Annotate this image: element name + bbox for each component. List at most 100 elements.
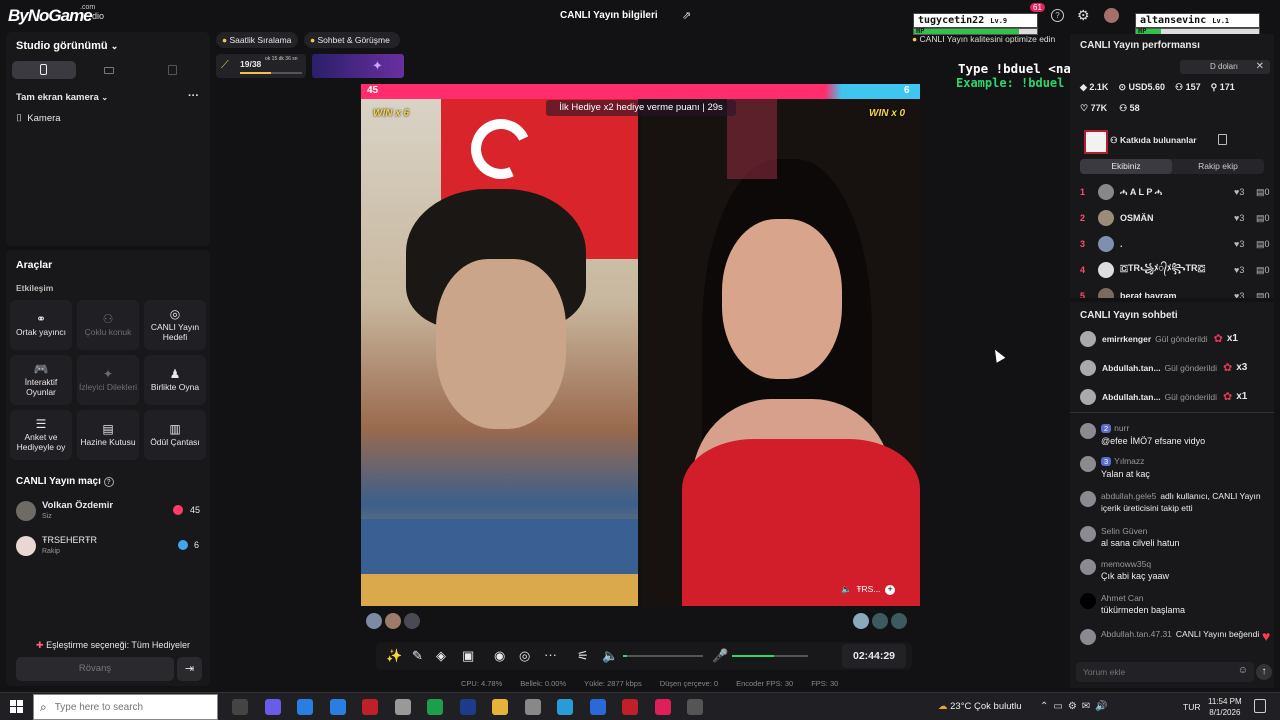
contributors-header[interactable]: ⚇ Katkıda bulunanlar [1110, 135, 1197, 146]
opera-icon[interactable] [622, 699, 638, 715]
leaderboard-row[interactable]: 4 🇨TR꧁ﾒ᭄ﾒ꧂TR🇨 ♥3 ▤0 [1080, 257, 1270, 283]
taskbar-search[interactable]: ⌕ [33, 694, 218, 720]
avatar[interactable] [385, 613, 402, 629]
help-icon[interactable]: ? [1051, 9, 1064, 22]
windows-start-icon[interactable] [10, 700, 23, 713]
avatar[interactable] [1080, 330, 1096, 347]
language-indicator[interactable]: TUR [1183, 702, 1200, 712]
screen-share-icon[interactable]: ▣ [462, 648, 474, 664]
tool-wish[interactable]: ✦ İzleyici Dilekleri [77, 355, 139, 405]
tray-icons[interactable]: ⌃▭⚙✉🔊 [1040, 701, 1113, 712]
rematch-button[interactable]: Rövanş [16, 657, 174, 681]
gift-user[interactable]: Abdullah.tan... [1102, 363, 1161, 373]
chat-user[interactable]: Ahmet Can [1101, 593, 1144, 603]
comment-input-box[interactable]: ☺ [1076, 662, 1254, 682]
chat-user[interactable]: memoww35q [1101, 559, 1151, 569]
avatar[interactable] [891, 613, 908, 629]
chrome-icon[interactable] [524, 699, 541, 715]
game-icon[interactable] [362, 699, 378, 715]
avatar[interactable] [1080, 593, 1096, 609]
tool-treasure[interactable]: ▤ Hazine Kutusu [77, 410, 139, 460]
landscape-layout-icon[interactable] [104, 67, 114, 74]
battle-video[interactable]: 45 6 İlk Hediye x2 hediye verme puanı | … [361, 84, 920, 606]
avatar[interactable] [1080, 526, 1096, 542]
exit-icon[interactable]: ⇥ [177, 657, 202, 681]
leaderboard-row[interactable]: 2 OSMÄN ♥3 ▤0 [1080, 205, 1270, 231]
mic-slider[interactable] [732, 655, 808, 657]
gift-user[interactable]: emirrkenger [1102, 334, 1151, 344]
avatar[interactable] [1080, 423, 1096, 439]
close-icon[interactable]: ✕ [1256, 60, 1264, 74]
live-info-title[interactable]: CANLI Yayın bilgileri [560, 10, 658, 21]
chat-user[interactable]: Abdullah.tan.47.31 [1101, 629, 1172, 639]
chat-user[interactable]: nurr [1114, 423, 1129, 433]
microphone-icon[interactable]: 🎤 [712, 648, 728, 664]
copilot-icon[interactable] [264, 699, 281, 715]
leaderboard-row[interactable]: 3. ♥3 ▤0 [1080, 231, 1270, 257]
dual-layout-icon[interactable] [168, 65, 177, 75]
taskbar-search-input[interactable] [54, 701, 185, 713]
comment-input[interactable] [1076, 662, 1216, 682]
fullscreen-camera-dropdown[interactable]: Tam ekran kamera ⌄ [16, 92, 108, 103]
tool-users[interactable]: ⚇ Çoklu konuk [77, 300, 139, 350]
avatar[interactable] [404, 613, 421, 629]
camera-toggle-icon[interactable]: ◎ [519, 648, 530, 664]
avatar[interactable] [1080, 388, 1096, 405]
record-icon[interactable]: ◉ [494, 648, 505, 664]
edit-icon[interactable]: ✎ [412, 648, 423, 664]
tab-rival-team[interactable]: Rakip ekip [1172, 159, 1264, 174]
mail-icon[interactable] [329, 699, 346, 715]
document-icon[interactable] [1218, 134, 1227, 145]
chat-user[interactable]: abdullah.gele5 [1101, 491, 1156, 501]
weather-widget[interactable]: ☁ 23°C Çok bulutlu [938, 701, 1022, 712]
chat-user[interactable]: Selin Güven [1101, 526, 1147, 536]
magic-wand-icon[interactable]: ✨ [386, 648, 402, 664]
notification-center-icon[interactable] [1254, 699, 1266, 713]
pairing-option[interactable]: ✚ Eşleştirme seçeneği: Tüm Hediyeler [36, 640, 190, 651]
folder-icon[interactable] [492, 699, 508, 715]
store-icon[interactable] [297, 699, 313, 715]
quality-tip[interactable]: ● CANLI Yayın kalitesini optimize edin [912, 34, 1055, 44]
tab-our-team[interactable]: Ekibiniz [1080, 159, 1172, 174]
avatar[interactable] [1080, 559, 1096, 575]
tool-gamepad[interactable]: 🎮 İnteraktif Oyunlar [10, 355, 72, 405]
tv-icon[interactable] [459, 699, 476, 715]
leaderboard-row[interactable]: 1 ሓ A L P ሓ ♥3 ▤0 [1080, 179, 1270, 205]
avatar[interactable] [853, 613, 869, 629]
avatar[interactable] [872, 613, 889, 629]
avatar[interactable] [366, 613, 382, 629]
sliders-icon[interactable]: ⚟ [577, 648, 589, 664]
tool-play-together[interactable]: ♟ Birlikte Oyna [144, 355, 206, 405]
xbox-icon[interactable] [427, 699, 443, 715]
goal-progress-card[interactable]: ⟋ 19/38 ok 15 dk 36 sn [216, 54, 306, 78]
tool-reward-bag[interactable]: ▥ Ödül Çantası [144, 410, 206, 460]
help-icon[interactable]: ? [103, 477, 114, 487]
volume-slider[interactable] [623, 655, 703, 657]
security-icon[interactable] [589, 699, 606, 715]
tool-target[interactable]: ◎ CANLI Yayın Hedefi [144, 300, 206, 350]
studio-view-dropdown[interactable]: Studio görünümü ⌄ [16, 40, 118, 52]
leaderboard-row[interactable]: 5 berat bayram ♥3 ▤0 [1080, 283, 1270, 298]
gift-user[interactable]: Abdullah.tan... [1102, 392, 1161, 402]
avatar[interactable] [1080, 456, 1096, 472]
obs-icon[interactable] [687, 699, 703, 715]
avatar[interactable] [1080, 491, 1096, 507]
tool-link[interactable]: ⚭ Ortak yayıncı [10, 300, 72, 350]
avatar[interactable] [1104, 8, 1119, 23]
hourly-ranking-pill[interactable]: ● Saatlik Sıralama [216, 32, 298, 48]
task-view-icon[interactable] [232, 699, 248, 715]
chat-user[interactable]: Yılmazz [1114, 456, 1144, 466]
volume-icon[interactable]: 🔈 [602, 648, 618, 664]
tiktok-icon[interactable] [654, 699, 671, 715]
more-icon[interactable]: ··· [544, 647, 557, 662]
clock[interactable]: 11:54 PM 8/1/2026 [1208, 696, 1242, 718]
edge-icon[interactable] [557, 699, 573, 715]
add-icon[interactable]: + [885, 585, 896, 595]
promo-banner-image[interactable]: ✦ [312, 54, 404, 78]
avatar[interactable] [1080, 359, 1096, 376]
send-icon[interactable]: ↑ [1256, 664, 1272, 680]
emoji-icon[interactable]: ☺ [1238, 665, 1248, 676]
portrait-layout-button[interactable] [12, 61, 76, 79]
camera-source-item[interactable]: ⌷ Kamera [16, 113, 61, 124]
share-icon[interactable]: ⇗ [682, 9, 691, 22]
